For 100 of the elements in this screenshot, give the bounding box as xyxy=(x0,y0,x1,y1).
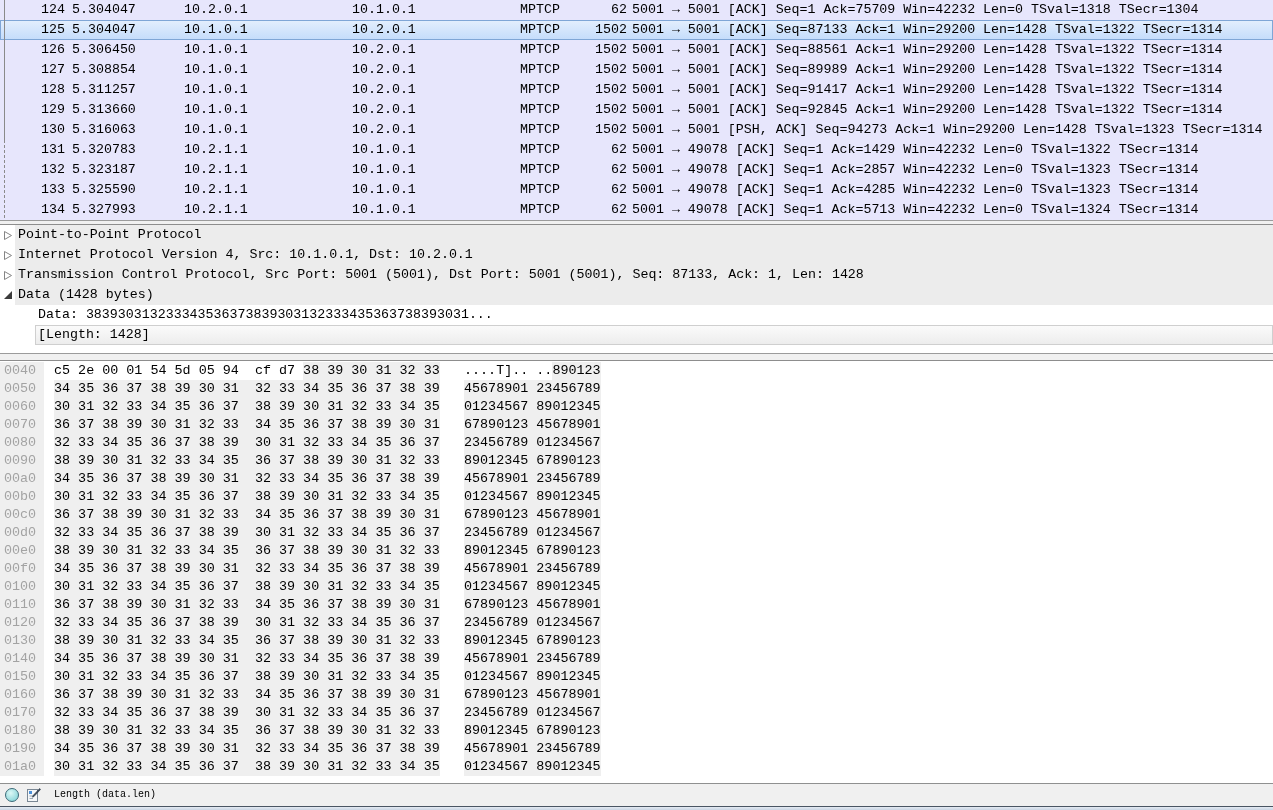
table-cell-text: 5001 → 49078 [ACK] Seq=1 Ack=1429 Win=42232 Len=0 TSval=1322 TSecr=1314 xyxy=(631,141,1200,159)
pencil-note-icon[interactable] xyxy=(27,788,41,802)
tree-item[interactable]: [Length: 1428] xyxy=(35,325,1273,345)
table-cell-text: 5.306450 xyxy=(71,41,137,59)
expand-triangle-icon[interactable] xyxy=(4,230,12,240)
table-cell-text: 130 xyxy=(40,121,66,139)
packet-row[interactable]: 127 5.308854 10.1.0.1 10.2.0.1 MPTCP 1502 5001 → 5001 [ACK] Seq=89989 Ack=1 Win=29200 Len=1428 TSval=1322 TSecr=1314 xyxy=(0,60,1273,80)
hex-bytes: 38 39 30 31 32 33 34 35 36 37 38 39 30 31 32 33 xyxy=(54,632,440,650)
table-cell-text: 10.2.0.1 xyxy=(184,1,249,19)
table-cell-text: 128 xyxy=(40,81,66,99)
ascii-text: 45678901 23456789 xyxy=(464,470,601,488)
table-cell-text: 5001 → 5001 [ACK] Seq=88561 Ack=1 Win=29200 Len=1428 TSval=1322 TSecr=1314 xyxy=(631,41,1224,59)
expand-triangle-icon[interactable] xyxy=(4,250,12,260)
ascii-text: 01234567 89012345 xyxy=(464,488,601,506)
table-cell-text: MPTCP xyxy=(520,141,561,159)
packet-row[interactable]: 124 5.304047 10.2.0.1 10.1.0.1 MPTCP 62 5001 → 5001 [ACK] Seq=1 Ack=75709 Win=42232 Len=0 TSval=1318 TSecr=1304 xyxy=(0,0,1273,20)
tree-item[interactable]: Transmission Control Protocol, Src Port: 5001 (5001), Dst Port: 5001 (5001), Seq: 87133, Ack: 1, Len: 1428 xyxy=(15,265,1273,285)
table-cell-text: 5.320783 xyxy=(71,141,137,159)
table-cell-text: 10.1.0.1 xyxy=(184,121,249,139)
table-cell-text: 10.1.0.1 xyxy=(184,61,249,79)
table-cell-text: 10.1.0.1 xyxy=(352,141,417,159)
ascii-text: 89012345 67890123 xyxy=(464,722,601,740)
hex-bytes: 32 33 34 35 36 37 38 39 30 31 32 33 34 35 36 37 xyxy=(54,614,440,632)
hex-bytes: 30 31 32 33 34 35 36 37 38 39 30 31 32 33 34 35 xyxy=(54,488,440,506)
table-cell-text: 10.2.0.1 xyxy=(352,101,417,119)
table-cell-text: 5.316063 xyxy=(71,121,137,139)
hex-offset: 0050 xyxy=(0,380,44,398)
hex-bytes: 36 37 38 39 30 31 32 33 34 35 36 37 38 39 30 31 xyxy=(54,506,440,524)
table-cell-text: 5.311257 xyxy=(71,81,137,99)
table-cell-text: 10.2.0.1 xyxy=(352,121,417,139)
hex-bytes: 34 35 36 37 38 39 30 31 32 33 34 35 36 37 38 39 xyxy=(54,380,440,398)
ascii-text: 89012345 67890123 xyxy=(464,452,601,470)
table-cell-text: 5001 → 49078 [ACK] Seq=1 Ack=5713 Win=42232 Len=0 TSval=1324 TSecr=1314 xyxy=(631,201,1200,219)
table-cell-text: 62 xyxy=(610,161,627,179)
table-cell-text: MPTCP xyxy=(520,21,561,39)
packet-row[interactable]: 131 5.320783 10.2.1.1 10.1.0.1 MPTCP 62 5001 → 49078 [ACK] Seq=1 Ack=1429 Win=42232 Len=0 TSval=1322 TSecr=1314 xyxy=(0,140,1273,160)
hex-offset: 0180 xyxy=(0,722,44,740)
packet-row[interactable]: 133 5.325590 10.2.1.1 10.1.0.1 MPTCP 62 5001 → 49078 [ACK] Seq=1 Ack=4285 Win=42232 Len=0 TSval=1323 TSecr=1314 xyxy=(0,180,1273,200)
hex-offset: 00f0 xyxy=(0,560,44,578)
table-cell-text: 134 xyxy=(40,201,66,219)
table-cell-text: 10.2.0.1 xyxy=(352,81,417,99)
ascii-text: 890123 xyxy=(552,362,601,380)
table-cell-text: 126 xyxy=(40,41,66,59)
hex-offset: 0100 xyxy=(0,578,44,596)
packet-row[interactable]: 129 5.313660 10.1.0.1 10.2.0.1 MPTCP 1502 5001 → 5001 [ACK] Seq=92845 Ack=1 Win=29200 Len=1428 TSval=1322 TSecr=1314 xyxy=(0,100,1273,120)
hex-bytes: 38 39 30 31 32 33 34 35 36 37 38 39 30 31 32 33 xyxy=(54,722,440,740)
hex-bytes: 36 37 38 39 30 31 32 33 34 35 36 37 38 39 30 31 xyxy=(54,686,440,704)
table-cell-text: 131 xyxy=(40,141,66,159)
expand-triangle-icon[interactable] xyxy=(4,270,12,280)
table-cell-text: 10.1.0.1 xyxy=(184,81,249,99)
table-cell-text: 10.2.1.1 xyxy=(184,141,249,159)
table-cell-text: 62 xyxy=(610,181,627,199)
packet-row[interactable]: 132 5.323187 10.2.1.1 10.1.0.1 MPTCP 62 5001 → 49078 [ACK] Seq=1 Ack=2857 Win=42232 Len=0 TSval=1323 TSecr=1314 xyxy=(0,160,1273,180)
table-cell-text: 10.1.0.1 xyxy=(352,181,417,199)
hex-bytes: 32 33 34 35 36 37 38 39 30 31 32 33 34 35 36 37 xyxy=(54,434,440,452)
status-circle-icon[interactable] xyxy=(5,788,19,802)
table-cell-text: 5.308854 xyxy=(71,61,137,79)
table-cell-text: 125 xyxy=(40,21,66,39)
hex-bytes: 36 37 38 39 30 31 32 33 34 35 36 37 38 39 30 31 xyxy=(54,596,440,614)
tree-item[interactable]: Data (1428 bytes) xyxy=(15,285,1273,305)
tree-item[interactable]: Point-to-Point Protocol xyxy=(15,225,1273,245)
hex-offset: 0120 xyxy=(0,614,44,632)
packet-row[interactable]: 125 5.304047 10.1.0.1 10.2.0.1 MPTCP 1502 5001 → 5001 [ACK] Seq=87133 Ack=1 Win=29200 Len=1428 TSval=1322 TSecr=1314 xyxy=(0,20,1273,40)
table-cell-text: 127 xyxy=(40,61,66,79)
ascii-text: 45678901 23456789 xyxy=(464,740,601,758)
table-cell-text: 10.1.0.1 xyxy=(184,41,249,59)
table-cell-text: 5.304047 xyxy=(71,1,137,19)
packet-row[interactable]: 126 5.306450 10.1.0.1 10.2.0.1 MPTCP 1502 5001 → 5001 [ACK] Seq=88561 Ack=1 Win=29200 Len=1428 TSval=1322 TSecr=1314 xyxy=(0,40,1273,60)
pane-splitter[interactable] xyxy=(0,220,1273,225)
hex-offset: 0040 xyxy=(0,362,44,380)
table-cell-text: MPTCP xyxy=(520,201,561,219)
table-cell-text: 124 xyxy=(40,1,66,19)
hex-offset: 0060 xyxy=(0,398,44,416)
table-cell-text: MPTCP xyxy=(520,181,561,199)
table-cell-text: 5001 → 5001 [ACK] Seq=91417 Ack=1 Win=29200 Len=1428 TSval=1322 TSecr=1314 xyxy=(631,81,1224,99)
collapse-triangle-icon[interactable] xyxy=(4,291,12,299)
hex-offset: 00b0 xyxy=(0,488,44,506)
table-cell-text: MPTCP xyxy=(520,81,561,99)
table-cell-text: 62 xyxy=(610,141,627,159)
ascii-text: 67890123 45678901 xyxy=(464,506,601,524)
table-cell-text: 10.2.1.1 xyxy=(184,201,249,219)
table-cell-text: 10.1.0.1 xyxy=(352,1,417,19)
pane-splitter[interactable] xyxy=(0,353,1273,361)
packet-row[interactable]: 130 5.316063 10.1.0.1 10.2.0.1 MPTCP 1502 5001 → 5001 [PSH, ACK] Seq=94273 Ack=1 Win=29200 Len=1428 TSval=1323 TSecr=1314 xyxy=(0,120,1273,140)
table-cell-text: 5001 → 49078 [ACK] Seq=1 Ack=2857 Win=42232 Len=0 TSval=1323 TSecr=1314 xyxy=(631,161,1200,179)
table-cell-text: 5001 → 49078 [ACK] Seq=1 Ack=4285 Win=42232 Len=0 TSval=1323 TSecr=1314 xyxy=(631,181,1200,199)
ascii-text: 01234567 89012345 xyxy=(464,758,601,776)
packet-row[interactable]: 134 5.327993 10.2.1.1 10.1.0.1 MPTCP 62 5001 → 49078 [ACK] Seq=1 Ack=5713 Win=42232 Len=0 TSval=1324 TSecr=1314 xyxy=(0,200,1273,220)
hex-bytes: 34 35 36 37 38 39 30 31 32 33 34 35 36 37 38 39 xyxy=(54,650,440,668)
table-cell-text: 62 xyxy=(610,1,627,19)
table-cell-text: 10.2.1.1 xyxy=(184,161,249,179)
table-cell-text: 10.1.0.1 xyxy=(184,21,249,39)
hex-offset: 0170 xyxy=(0,704,44,722)
table-cell-text: 10.1.0.1 xyxy=(352,201,417,219)
packet-row[interactable]: 128 5.311257 10.1.0.1 10.2.0.1 MPTCP 1502 5001 → 5001 [ACK] Seq=91417 Ack=1 Win=29200 Len=1428 TSval=1322 TSecr=1314 xyxy=(0,80,1273,100)
tree-item[interactable]: Internet Protocol Version 4, Src: 10.1.0.1, Dst: 10.2.0.1 xyxy=(15,245,1273,265)
ascii-text: 23456789 01234567 xyxy=(464,704,601,722)
hex-bytes: 38 39 30 31 32 33 xyxy=(303,362,440,380)
hex-bytes: 30 31 32 33 34 35 36 37 38 39 30 31 32 33 34 35 xyxy=(54,398,440,416)
hex-offset: 00c0 xyxy=(0,506,44,524)
